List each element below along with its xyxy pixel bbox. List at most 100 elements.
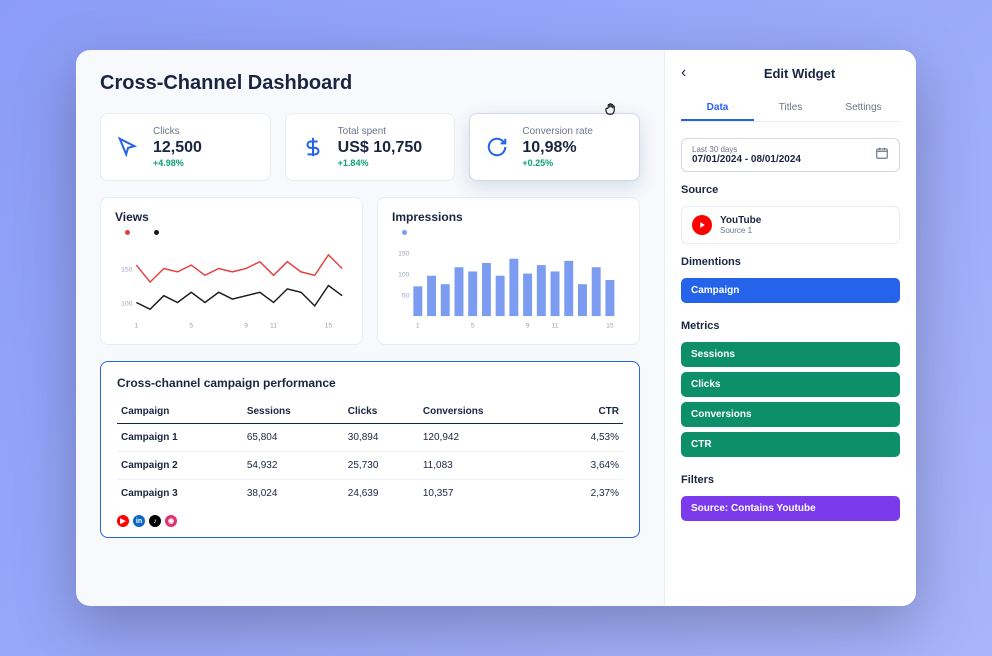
legend-dot-red xyxy=(125,230,130,235)
source-heading: Source xyxy=(681,184,900,196)
kpi-delta: +4.98% xyxy=(153,158,256,168)
sidebar-title: Edit Widget xyxy=(699,66,900,81)
impressions-panel[interactable]: Impressions 501001501591115 xyxy=(377,197,640,345)
kpi-label: Total spent xyxy=(338,126,441,137)
table-header: Sessions xyxy=(243,400,344,424)
sidebar-header: ‹ Edit Widget xyxy=(681,64,900,82)
date-range-picker[interactable]: Last 30 days 07/01/2024 - 08/01/2024 xyxy=(681,138,900,172)
panel-title: Impressions xyxy=(392,210,625,224)
svg-text:15: 15 xyxy=(606,323,614,330)
table-header: CTR xyxy=(552,400,623,424)
svg-text:50: 50 xyxy=(402,293,410,300)
refresh-icon xyxy=(484,134,510,160)
kpi-delta: +0.25% xyxy=(522,158,625,168)
kpi-value: US$ 10,750 xyxy=(338,139,441,157)
filters-heading: Filters xyxy=(681,474,900,486)
tiktok-icon: ♪ xyxy=(149,515,161,527)
kpi-delta: +1.84% xyxy=(338,158,441,168)
grab-cursor-icon xyxy=(603,100,621,123)
linkedin-icon: in xyxy=(133,515,145,527)
table-cell: 11,083 xyxy=(419,452,552,480)
metric-chip-conversions[interactable]: Conversions xyxy=(681,402,900,427)
legend xyxy=(402,230,625,235)
date-label: Last 30 days xyxy=(692,145,801,154)
svg-text:150: 150 xyxy=(121,266,133,273)
dollar-icon xyxy=(300,134,326,160)
metric-chip-clicks[interactable]: Clicks xyxy=(681,372,900,397)
views-panel[interactable]: Views 1001501591115 xyxy=(100,197,363,345)
metric-chip-sessions[interactable]: Sessions xyxy=(681,342,900,367)
kpi-value: 12,500 xyxy=(153,139,256,157)
svg-text:1: 1 xyxy=(416,323,420,330)
svg-text:11: 11 xyxy=(270,323,277,330)
metrics-heading: Metrics xyxy=(681,320,900,332)
page-title: Cross-Channel Dashboard xyxy=(100,72,640,95)
table-cell: Campaign 1 xyxy=(117,424,243,452)
table-cell: 38,024 xyxy=(243,480,344,508)
table-cell: Campaign 2 xyxy=(117,452,243,480)
panel-title: Views xyxy=(115,210,348,224)
performance-table: CampaignSessionsClicksConversionsCTR Cam… xyxy=(117,400,623,507)
svg-text:5: 5 xyxy=(471,323,475,330)
sidebar-tabs: Data Titles Settings xyxy=(681,96,900,122)
dimension-chip-campaign[interactable]: Campaign xyxy=(681,278,900,303)
svg-text:150: 150 xyxy=(398,250,410,257)
kpi-conversion-rate[interactable]: Conversion rate 10,98% +0.25% xyxy=(469,113,640,181)
legend-dot-blue xyxy=(402,230,407,235)
table-title: Cross-channel campaign performance xyxy=(117,376,623,390)
table-header: Clicks xyxy=(344,400,419,424)
table-cell: 10,357 xyxy=(419,480,552,508)
back-button[interactable]: ‹ xyxy=(681,64,699,82)
svg-text:100: 100 xyxy=(121,300,133,307)
social-icons: ▶ in ♪ ◉ xyxy=(117,515,623,527)
source-selector[interactable]: YouTube Source 1 xyxy=(681,206,900,244)
table-cell: 2,37% xyxy=(552,480,623,508)
calendar-icon xyxy=(875,146,889,165)
youtube-icon: ▶ xyxy=(117,515,129,527)
table-cell: Campaign 3 xyxy=(117,480,243,508)
dimensions-heading: Dimentions xyxy=(681,256,900,268)
kpi-clicks[interactable]: Clicks 12,500 +4.98% xyxy=(100,113,271,181)
legend-dot-black xyxy=(154,230,159,235)
table-header: Conversions xyxy=(419,400,552,424)
table-header: Campaign xyxy=(117,400,243,424)
svg-text:1: 1 xyxy=(134,323,138,330)
tab-settings[interactable]: Settings xyxy=(827,96,900,121)
kpi-label: Clicks xyxy=(153,126,256,137)
table-cell: 3,64% xyxy=(552,452,623,480)
legend xyxy=(125,230,348,235)
table-cell: 120,942 xyxy=(419,424,552,452)
youtube-icon xyxy=(692,215,712,235)
svg-text:5: 5 xyxy=(189,323,193,330)
table-cell: 54,932 xyxy=(243,452,344,480)
table-cell: 30,894 xyxy=(344,424,419,452)
table-row[interactable]: Campaign 338,02424,63910,3572,37% xyxy=(117,480,623,508)
kpi-row: Clicks 12,500 +4.98% Total spent US$ 10,… xyxy=(100,113,640,181)
svg-text:11: 11 xyxy=(552,323,559,330)
performance-table-card[interactable]: Cross-channel campaign performance Campa… xyxy=(100,361,640,538)
svg-text:9: 9 xyxy=(244,323,248,330)
table-cell: 24,639 xyxy=(344,480,419,508)
table-row[interactable]: Campaign 165,80430,894120,9424,53% xyxy=(117,424,623,452)
impressions-chart: 501001501591115 xyxy=(392,239,625,331)
kpi-value: 10,98% xyxy=(522,139,625,157)
tab-data[interactable]: Data xyxy=(681,96,754,121)
app-window: Cross-Channel Dashboard Clicks 12,500 +4… xyxy=(76,50,916,606)
main-dashboard: Cross-Channel Dashboard Clicks 12,500 +4… xyxy=(76,50,664,606)
date-range: 07/01/2024 - 08/01/2024 xyxy=(692,154,801,165)
table-cell: 4,53% xyxy=(552,424,623,452)
svg-text:100: 100 xyxy=(398,272,410,279)
views-chart: 1001501591115 xyxy=(115,239,348,331)
instagram-icon: ◉ xyxy=(165,515,177,527)
filter-chip-source[interactable]: Source: Contains Youtube xyxy=(681,496,900,521)
kpi-total-spent[interactable]: Total spent US$ 10,750 +1.84% xyxy=(285,113,456,181)
cursor-icon xyxy=(115,134,141,160)
table-row[interactable]: Campaign 254,93225,73011,0833,64% xyxy=(117,452,623,480)
edit-widget-sidebar: ‹ Edit Widget Data Titles Settings Last … xyxy=(664,50,916,606)
kpi-label: Conversion rate xyxy=(522,126,625,137)
metric-chip-ctr[interactable]: CTR xyxy=(681,432,900,457)
svg-text:9: 9 xyxy=(526,323,530,330)
tab-titles[interactable]: Titles xyxy=(754,96,827,121)
table-cell: 65,804 xyxy=(243,424,344,452)
svg-text:15: 15 xyxy=(325,323,333,330)
